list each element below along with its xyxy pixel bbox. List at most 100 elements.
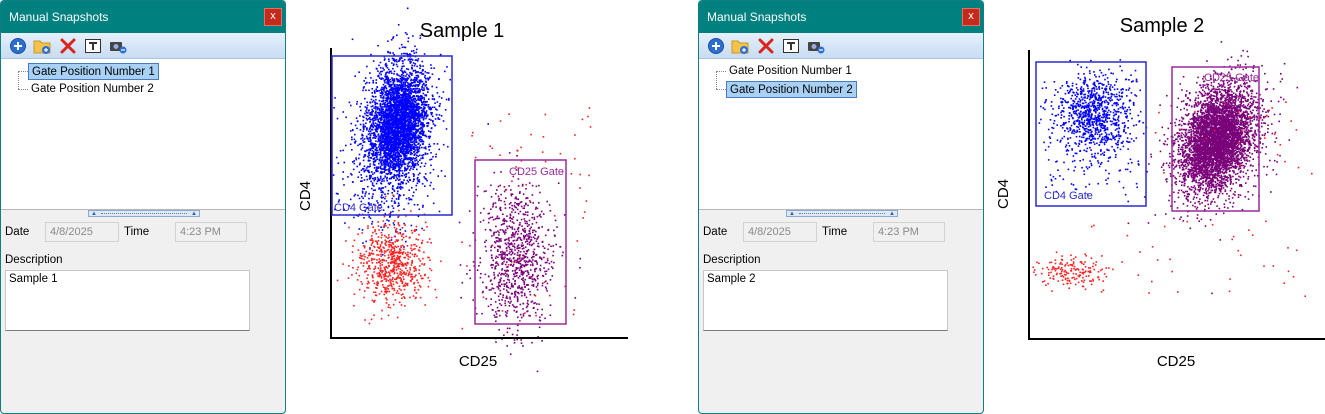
cell-dot	[400, 141, 402, 144]
cell-dot	[427, 135, 430, 138]
cell-dot	[385, 104, 387, 106]
plot-title: Sample 1	[420, 20, 505, 42]
cell-dot	[376, 90, 379, 92]
cell-dot	[368, 192, 370, 195]
cell-dot	[553, 229, 555, 232]
cell-dot	[380, 275, 383, 278]
cell-dot	[419, 106, 421, 109]
cell-dot	[395, 278, 398, 281]
cell-dot	[405, 235, 407, 238]
cell-dot	[382, 273, 385, 276]
cell-dot	[400, 280, 402, 282]
cell-dot	[390, 250, 392, 252]
cell-dot	[386, 122, 388, 125]
cell-dot	[414, 91, 417, 94]
cell-dot	[408, 130, 410, 133]
cell-dot	[378, 258, 381, 260]
cell-dot	[399, 116, 402, 119]
cell-dot	[397, 141, 400, 144]
cell-dot	[434, 124, 436, 127]
cell-dot	[400, 102, 403, 105]
cell-dot	[427, 146, 430, 148]
cell-dot	[389, 81, 392, 83]
cell-dot	[391, 57, 394, 60]
cell-dot	[396, 84, 398, 86]
cell-dot	[390, 72, 393, 74]
rename-snapshot-button[interactable]	[84, 37, 102, 55]
cell-dot	[404, 152, 406, 154]
cell-dot	[503, 258, 506, 260]
cell-dot	[391, 258, 394, 260]
cell-dot	[381, 229, 384, 231]
cell-dot	[407, 107, 409, 109]
cell-dot	[407, 40, 409, 43]
cell-dot	[366, 65, 368, 68]
cell-dot	[412, 168, 414, 170]
cell-dot	[404, 135, 406, 138]
cell-dot	[405, 267, 407, 269]
new-folder-button[interactable]	[33, 37, 51, 55]
cell-dot	[381, 261, 383, 264]
cell-dot	[415, 105, 417, 108]
panel-splitter[interactable]: ▲ ▲	[88, 210, 200, 217]
cell-dot	[388, 284, 391, 287]
add-snapshot-button[interactable]	[9, 37, 27, 55]
cell-dot	[399, 255, 402, 258]
cell-dot	[404, 285, 407, 287]
cell-dot	[380, 290, 383, 293]
tree-item-gate-position-1[interactable]: Gate Position Number 1	[28, 63, 159, 80]
tree-item-gate-position-2[interactable]: Gate Position Number 2	[28, 81, 157, 98]
cell-dot	[373, 258, 376, 260]
cell-dot	[381, 159, 383, 161]
cell-dot	[371, 223, 373, 225]
cell-dot	[421, 124, 424, 127]
cell-dot	[373, 271, 376, 273]
cell-dot	[368, 197, 370, 200]
cell-dot	[373, 282, 376, 285]
cell-dot	[448, 97, 450, 100]
cell-dot	[394, 104, 397, 106]
cell-dot	[371, 195, 374, 198]
cell-dot	[373, 245, 375, 248]
snapshot-settings-button[interactable]	[109, 37, 127, 55]
cell-dot	[393, 177, 395, 179]
cell-dot	[422, 126, 424, 128]
cell-dot	[410, 167, 412, 170]
cell-dot	[403, 129, 405, 131]
cell-dot	[384, 127, 387, 129]
cell-dot	[389, 85, 392, 88]
cell-dot	[363, 262, 365, 264]
cell-dot	[380, 182, 383, 185]
cell-dot	[391, 145, 393, 147]
cell-dot	[531, 280, 534, 283]
cell-dot	[367, 254, 370, 257]
cell-dot	[370, 105, 373, 108]
description-field[interactable]: Sample 1	[5, 270, 250, 331]
cell-dot	[386, 298, 388, 301]
cell-dot	[409, 179, 411, 181]
cell-dot	[397, 138, 399, 141]
cell-dot	[375, 168, 378, 170]
close-button[interactable]: x	[264, 8, 282, 26]
cell-dot	[497, 288, 500, 290]
cell-dot	[429, 172, 432, 174]
delete-snapshot-button[interactable]	[59, 37, 77, 55]
cell-dot	[412, 195, 414, 197]
cell-dot	[382, 95, 385, 98]
cell-dot	[381, 88, 384, 91]
cell-dot	[395, 231, 397, 234]
cell-dot	[362, 265, 365, 267]
cell-dot	[404, 113, 406, 116]
cell-dot	[377, 118, 379, 121]
cell-dot	[364, 271, 366, 273]
cell-dot	[425, 117, 427, 120]
cell-dot	[405, 117, 407, 119]
cell-dot	[395, 246, 398, 248]
cell-dot	[385, 302, 388, 304]
cell-dot	[380, 196, 382, 198]
cell-dot	[424, 304, 426, 306]
cell-dot	[360, 262, 362, 264]
cell-dot	[426, 226, 428, 228]
cell-dot	[356, 103, 358, 105]
cell-dot	[376, 152, 378, 154]
